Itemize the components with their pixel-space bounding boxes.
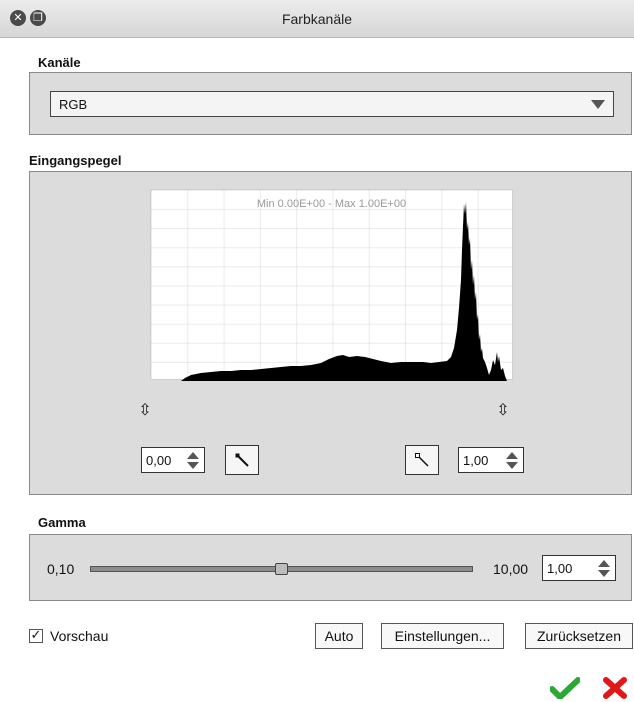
input-levels-label: Eingangspegel bbox=[29, 153, 122, 168]
low-level-value: 0,00 bbox=[146, 453, 172, 468]
histogram: Min 0.00E+00 - Max 1.00E+00 bbox=[150, 189, 513, 381]
histogram-area bbox=[151, 202, 507, 381]
gamma-max-label: 10,00 bbox=[493, 561, 529, 577]
cross-icon[interactable] bbox=[603, 677, 627, 699]
high-level-stepper[interactable]: 1,00 bbox=[458, 447, 524, 473]
white-point-picker-button[interactable] bbox=[405, 445, 439, 475]
vertical-arrows-icon[interactable]: ⇳ bbox=[496, 397, 510, 423]
channel-select[interactable]: RGB bbox=[50, 91, 614, 117]
gamma-stepper[interactable]: 1,00 bbox=[542, 555, 616, 581]
reset-button[interactable]: Zurücksetzen bbox=[525, 623, 633, 649]
gamma-label: Gamma bbox=[38, 515, 86, 530]
stepper-arrows-icon[interactable] bbox=[506, 452, 518, 470]
chevron-down-icon bbox=[591, 100, 605, 109]
eyedropper-icon bbox=[235, 453, 249, 467]
stepper-arrows-icon[interactable] bbox=[598, 560, 610, 578]
histogram-plot bbox=[151, 202, 507, 381]
eyedropper-icon bbox=[415, 453, 429, 467]
channel-select-value: RGB bbox=[59, 97, 88, 112]
checkmark-icon: ✓ bbox=[30, 628, 42, 643]
vertical-arrows-icon[interactable]: ⇳ bbox=[138, 397, 152, 423]
settings-button[interactable]: Einstellungen... bbox=[381, 623, 504, 649]
gamma-value: 1,00 bbox=[547, 561, 573, 576]
low-level-stepper[interactable]: 0,00 bbox=[141, 447, 205, 473]
preview-label: Vorschau bbox=[50, 628, 109, 644]
black-point-picker-button[interactable] bbox=[225, 445, 259, 475]
gamma-min-label: 0,10 bbox=[47, 561, 75, 577]
preview-checkbox[interactable]: ✓ bbox=[29, 629, 43, 643]
gamma-slider-thumb[interactable] bbox=[274, 563, 288, 575]
window-title: Farbkanäle bbox=[281, 11, 353, 27]
auto-button[interactable]: Auto bbox=[315, 623, 363, 649]
stepper-arrows-icon[interactable] bbox=[187, 452, 199, 470]
high-level-value: 1,00 bbox=[463, 453, 489, 468]
channels-label: Kanäle bbox=[38, 55, 81, 70]
title-bar: ✕ ❐ Farbkanäle bbox=[0, 0, 634, 38]
checkmark-icon[interactable] bbox=[550, 677, 580, 699]
